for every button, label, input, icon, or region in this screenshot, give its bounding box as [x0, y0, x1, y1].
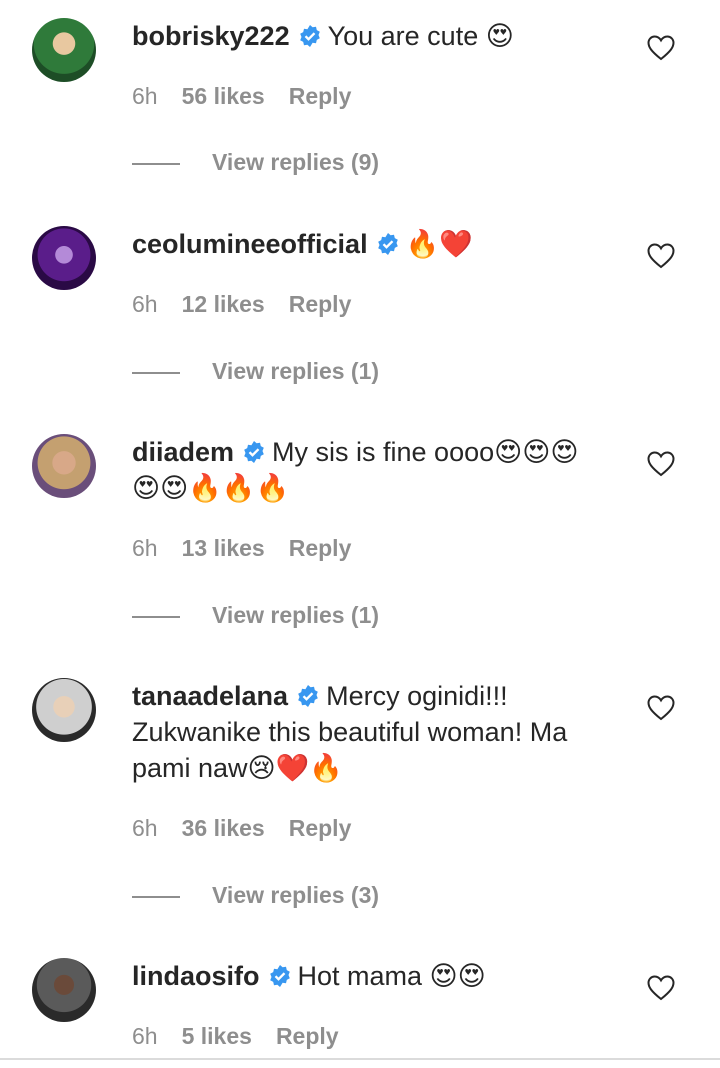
like-heart-icon[interactable]: [647, 451, 675, 477]
divider-line: [132, 895, 180, 898]
reply-button[interactable]: Reply: [276, 1023, 339, 1049]
divider-line: [132, 615, 180, 618]
comment-likes[interactable]: 36 likes: [182, 815, 265, 841]
verified-badge-icon: [298, 685, 318, 707]
comment-time: 6h: [132, 83, 158, 109]
comment-username[interactable]: tanaadelana: [132, 681, 288, 711]
comment-text: You are cute 😍: [327, 21, 514, 51]
comment-time: 6h: [132, 535, 158, 561]
comment-text: My sis is fine oooo😍😍😍: [272, 437, 579, 467]
comment-likes[interactable]: 12 likes: [182, 291, 265, 317]
view-replies-label: View replies (3): [212, 882, 380, 908]
comment-username[interactable]: ceolumineeofficial: [132, 229, 368, 259]
verified-badge-icon: [269, 965, 290, 987]
comment-likes[interactable]: 13 likes: [182, 535, 265, 561]
like-heart-icon[interactable]: [647, 35, 675, 61]
comment-text-line3: pami naw😢❤️🔥: [132, 753, 343, 783]
comment-time: 6h: [132, 1023, 158, 1049]
comment-username[interactable]: diiadem: [132, 437, 234, 467]
verified-badge-icon: [299, 25, 320, 47]
comment-text-line2: Zukwanike this beautiful woman! Ma: [132, 717, 568, 747]
divider-line: [132, 162, 180, 165]
comment-text-line2: 😍😍🔥🔥🔥: [132, 473, 290, 504]
comment-time: 6h: [132, 291, 158, 317]
comment-text: 🔥❤️: [405, 229, 473, 260]
avatar[interactable]: [32, 678, 96, 742]
bottom-divider: [0, 1058, 720, 1060]
view-replies-label: View replies (1): [212, 602, 380, 628]
comment-username[interactable]: bobrisky222: [132, 21, 290, 51]
comment-username[interactable]: lindaosifo: [132, 961, 260, 991]
reply-button[interactable]: Reply: [289, 535, 352, 561]
reply-button[interactable]: Reply: [289, 815, 352, 841]
like-heart-icon[interactable]: [647, 243, 675, 269]
avatar[interactable]: [32, 18, 96, 82]
verified-badge-icon: [244, 441, 264, 463]
view-replies-button[interactable]: View replies (1): [132, 356, 379, 386]
avatar[interactable]: [32, 958, 96, 1022]
view-replies-label: View replies (9): [212, 149, 380, 175]
comment-text: Mercy oginidi!!!: [326, 681, 508, 711]
like-heart-icon[interactable]: [647, 695, 675, 721]
verified-badge-icon: [377, 233, 398, 255]
divider-line: [132, 371, 180, 374]
avatar[interactable]: [32, 434, 96, 498]
view-replies-button[interactable]: View replies (1): [132, 600, 379, 630]
avatar[interactable]: [32, 226, 96, 290]
like-heart-icon[interactable]: [647, 975, 675, 1001]
comment-text: Hot mama 😍😍: [297, 961, 486, 991]
comment-likes[interactable]: 56 likes: [182, 83, 265, 109]
view-replies-label: View replies (1): [212, 358, 380, 384]
reply-button[interactable]: Reply: [289, 83, 352, 109]
comment-likes[interactable]: 5 likes: [182, 1023, 252, 1049]
reply-button[interactable]: Reply: [289, 291, 352, 317]
comment-time: 6h: [132, 815, 158, 841]
view-replies-button[interactable]: View replies (9): [132, 147, 379, 177]
view-replies-button[interactable]: View replies (3): [132, 880, 379, 910]
